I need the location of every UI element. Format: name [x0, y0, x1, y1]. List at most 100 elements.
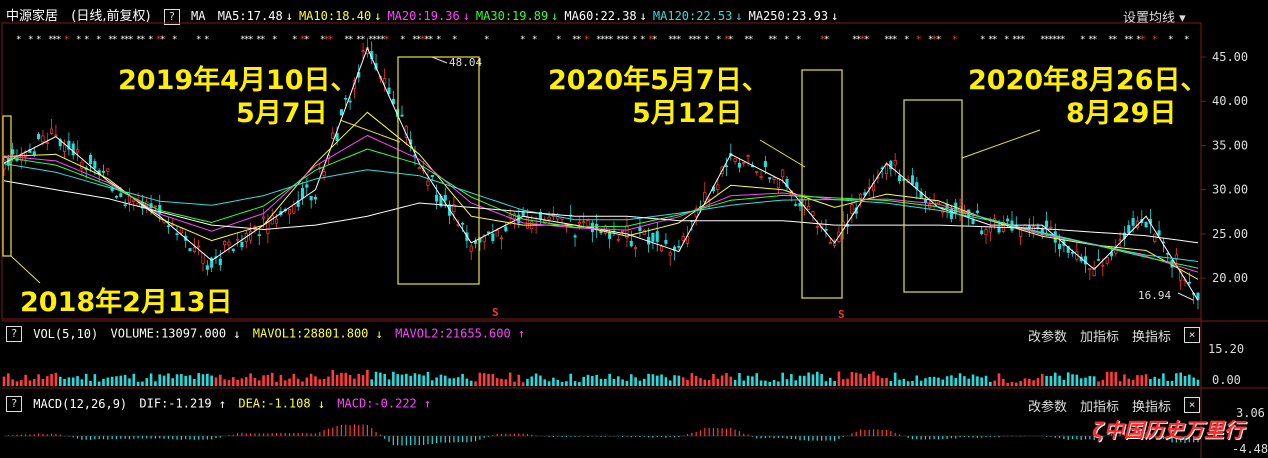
candle-body	[266, 221, 270, 234]
volume-bar	[898, 379, 901, 386]
volume-bar	[314, 376, 317, 386]
volume-bar	[768, 381, 772, 386]
volume-bar	[1092, 376, 1096, 386]
dea-value: DEA:-1.108	[238, 396, 311, 411]
volume-bar	[1162, 373, 1165, 386]
macd-help-button[interactable]: ?	[6, 396, 22, 412]
candle-body	[781, 169, 785, 178]
volume-bar	[383, 373, 386, 386]
high-marker-line	[431, 56, 448, 64]
signal-star: *	[640, 35, 645, 45]
volume-bar	[1140, 375, 1144, 386]
volume-bar	[2, 376, 6, 386]
volume-bar	[976, 376, 979, 386]
volume-bar	[993, 380, 996, 386]
volume-bar	[1188, 374, 1191, 386]
dif-arrow: ↑	[218, 396, 227, 411]
volume-bar	[50, 373, 53, 386]
low-label: 16.94	[1138, 289, 1171, 302]
macd-indicator-label: MACD(12,26,9)	[33, 396, 128, 411]
volume-bar	[694, 375, 698, 386]
volume-bar	[725, 373, 728, 386]
signal-star: *	[292, 35, 297, 45]
volume-bar	[712, 373, 715, 386]
volume-bar	[1157, 378, 1161, 386]
candle-body	[716, 184, 720, 190]
volume-params-button[interactable]: 改参数	[1028, 326, 1067, 345]
candle-body	[737, 162, 741, 168]
volume-bar	[893, 372, 897, 386]
macd-close-button[interactable]: ×	[1184, 397, 1200, 413]
ma20-line	[3, 134, 1199, 273]
volume-help-button[interactable]: ?	[6, 326, 22, 342]
volume-bar	[517, 374, 521, 386]
volume-bar	[1071, 374, 1074, 386]
volume-add-indicator-button[interactable]: 加指标	[1080, 326, 1119, 345]
volume-bar	[110, 376, 114, 386]
candle-body	[755, 171, 759, 173]
volume-bar	[318, 379, 322, 386]
signal-star: *	[348, 35, 353, 45]
volume-bar	[283, 380, 287, 386]
volume-bar	[1002, 378, 1005, 386]
volume-bar	[461, 373, 464, 386]
volume-axis-bottom: 0.00	[1212, 373, 1241, 387]
volume-bar	[569, 373, 573, 386]
volume-bar	[539, 375, 542, 386]
candle-body	[768, 177, 772, 180]
volume-bar	[344, 372, 348, 386]
ma120-line	[3, 163, 1199, 262]
candle-body	[331, 132, 335, 139]
candle-body	[638, 227, 642, 231]
volume-bar	[629, 374, 633, 386]
macd-params-button[interactable]: 改参数	[1028, 396, 1067, 415]
signal-star: *	[1128, 35, 1133, 45]
candle-body	[127, 195, 132, 203]
volume-bar	[980, 377, 983, 386]
volume-bar	[716, 378, 720, 386]
volume-bar	[158, 374, 162, 386]
volume-bar	[777, 381, 780, 386]
volume-bar	[1118, 381, 1122, 386]
volume-bar	[1053, 372, 1057, 386]
macd-switch-indicator-button[interactable]: 换指标	[1132, 396, 1171, 415]
volume-bar	[924, 378, 927, 386]
signal-star: *	[784, 35, 789, 45]
candle-body	[426, 180, 430, 186]
volume-bar	[1105, 371, 1109, 386]
volume-bar	[1027, 379, 1031, 386]
volume-bar	[820, 374, 823, 386]
macd-add-indicator-button[interactable]: 加指标	[1080, 396, 1119, 415]
volume-bar	[370, 379, 374, 386]
volume-bar	[141, 381, 144, 386]
candle-body	[1187, 281, 1191, 284]
volume-bar	[115, 376, 118, 386]
candle-body	[910, 175, 915, 185]
volume-switch-indicator-button[interactable]: 换指标	[1132, 326, 1171, 345]
candle-body	[274, 218, 279, 224]
dea-arrow: ↓	[317, 396, 326, 411]
volume-close-button[interactable]: ×	[1184, 327, 1200, 343]
annotation-2020-aug: 2020年8月26日、 8月29日	[968, 65, 1208, 129]
candle-body	[50, 128, 54, 134]
candle-body	[1144, 221, 1148, 228]
volume-bar	[11, 379, 14, 386]
volume-axis-top: 15.20	[1208, 342, 1245, 356]
volume-arrow: ↓	[233, 326, 241, 341]
candle-body	[499, 237, 504, 240]
volume-bar	[1144, 374, 1148, 386]
candle-body	[988, 226, 992, 233]
candle-body	[309, 195, 313, 201]
volume-bar	[521, 382, 525, 386]
candle-body	[88, 154, 93, 165]
candle-body	[54, 134, 58, 137]
volume-bar	[28, 380, 32, 386]
callout-line-2020-aug	[961, 129, 1041, 159]
volume-bar	[149, 373, 153, 386]
volume-bar	[136, 381, 140, 386]
volume-bar	[513, 381, 516, 386]
y-tick-label: 20.00	[1212, 271, 1248, 285]
highlight-box-2019	[397, 56, 480, 285]
volume-bar	[123, 374, 127, 386]
volume-bar	[409, 375, 412, 386]
